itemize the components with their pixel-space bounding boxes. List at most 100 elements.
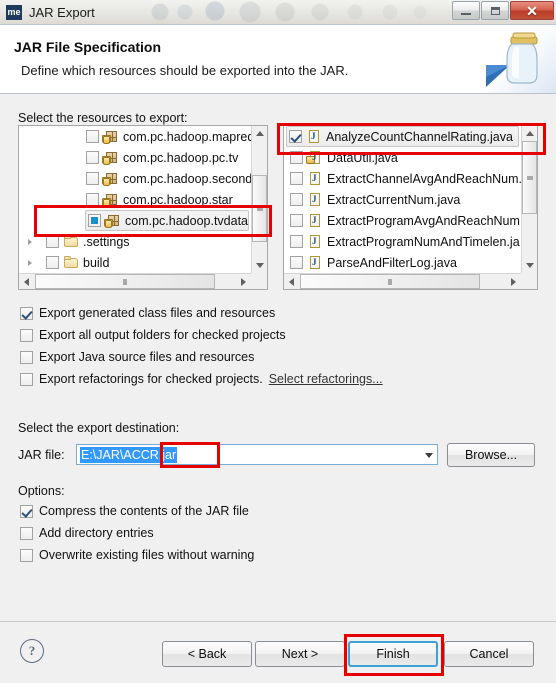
tree-row-label: com.pc.hadoop.star <box>123 192 233 207</box>
java-file-icon <box>307 192 323 208</box>
chevron-down-icon[interactable] <box>425 453 433 458</box>
tree-checkbox[interactable] <box>86 193 99 206</box>
scroll-left-button[interactable] <box>284 274 299 289</box>
list-checkbox[interactable] <box>290 235 303 248</box>
cancel-button[interactable]: Cancel <box>444 641 534 667</box>
page-title: JAR File Specification <box>14 39 162 55</box>
list-item[interactable]: ExtractChannelAvgAndReachNum.j <box>284 168 521 189</box>
list-item[interactable]: ExtractProgramAvgAndReachNum <box>284 210 521 231</box>
list-checkbox[interactable] <box>289 130 302 143</box>
tree-checkbox[interactable] <box>86 172 99 185</box>
option-checkbox[interactable] <box>20 372 33 386</box>
window-title: JAR Export <box>29 4 95 20</box>
browse-button[interactable]: Browse... <box>447 443 535 467</box>
tree-row[interactable]: com.pc.hadoop.pc.tv <box>19 147 251 168</box>
list-item[interactable]: ExtractProgramNumAndTimelen.ja <box>284 231 521 252</box>
close-button[interactable]: ✕ <box>510 1 554 20</box>
list-item[interactable]: DataUtil.java <box>284 147 521 168</box>
option-checkbox[interactable] <box>20 504 33 518</box>
list-item-selected[interactable]: AnalyzeCountChannelRating.java <box>286 126 519 147</box>
left-tree-vertical-scrollbar[interactable] <box>251 126 267 273</box>
expand-arrow-icon[interactable] <box>23 239 36 245</box>
tree-row[interactable]: .settings <box>19 231 251 252</box>
tree-row[interactable]: build <box>19 252 251 273</box>
minimize-icon <box>461 12 471 15</box>
list-item-label: ExtractProgramAvgAndReachNum <box>327 213 520 228</box>
list-item-label: ExtractProgramNumAndTimelen.ja <box>327 234 520 249</box>
tree-checkbox[interactable] <box>86 130 99 143</box>
scrollbar-corner <box>251 273 267 289</box>
option-export-generated-class-files[interactable]: Export generated class files and resourc… <box>20 306 275 320</box>
chevron-down-icon <box>255 263 264 268</box>
title-bar: me JAR Export ✕ <box>0 0 556 24</box>
option-overwrite-existing-files[interactable]: Overwrite existing files without warning <box>20 548 254 562</box>
select-refactorings-link[interactable]: Select refactorings... <box>269 372 383 386</box>
list-item[interactable]: ExtractCurrentNum.java <box>284 189 521 210</box>
right-list-vertical-scrollbar[interactable] <box>521 126 537 273</box>
maximize-button[interactable] <box>481 1 509 20</box>
scroll-thumb[interactable] <box>35 274 215 289</box>
resource-list-right[interactable]: AnalyzeCountChannelRating.java DataUtil.… <box>283 125 538 290</box>
java-file-icon <box>307 234 323 250</box>
scroll-down-button[interactable] <box>252 258 267 273</box>
tree-row[interactable]: com.pc.hadoop.mapred <box>19 126 251 147</box>
scroll-left-button[interactable] <box>19 274 34 289</box>
tree-row-label: com.pc.hadoop.tvdata <box>125 213 248 228</box>
right-list-horizontal-scrollbar[interactable] <box>284 273 521 289</box>
list-checkbox[interactable] <box>290 214 303 227</box>
jar-file-input[interactable]: E:\JAR\ACCR.jar <box>80 446 178 463</box>
option-checkbox[interactable] <box>20 306 33 320</box>
option-checkbox[interactable] <box>20 548 33 562</box>
back-button[interactable]: < Back <box>162 641 252 667</box>
list-item[interactable]: ParseAndFilterLog.java <box>284 252 521 273</box>
list-checkbox[interactable] <box>290 172 303 185</box>
option-export-refactorings[interactable]: Export refactorings for checked projects… <box>20 372 383 386</box>
chevron-up-icon <box>525 131 534 136</box>
list-item-label: AnalyzeCountChannelRating.java <box>326 129 513 144</box>
scrollbar-corner <box>521 273 537 289</box>
option-label: Export all output folders for checked pr… <box>39 328 286 342</box>
option-checkbox[interactable] <box>20 526 33 540</box>
jar-jar-icon <box>480 25 556 93</box>
option-export-java-source-files[interactable]: Export Java source files and resources <box>20 350 254 364</box>
help-icon[interactable]: ? <box>20 639 44 663</box>
tree-row[interactable]: com.pc.hadoop.second <box>19 168 251 189</box>
resource-tree-left[interactable]: com.pc.hadoop.mapred com.pc.hadoop.pc.tv… <box>18 125 268 290</box>
option-checkbox[interactable] <box>20 328 33 342</box>
next-button[interactable]: Next > <box>255 641 345 667</box>
option-export-all-output-folders[interactable]: Export all output folders for checked pr… <box>20 328 286 342</box>
resources-label: Select the resources to export: <box>18 111 188 125</box>
scroll-up-button[interactable] <box>522 126 537 141</box>
finish-button[interactable]: Finish <box>348 641 438 667</box>
option-add-directory-entries[interactable]: Add directory entries <box>20 526 154 540</box>
scroll-down-button[interactable] <box>522 258 537 273</box>
scroll-right-button[interactable] <box>236 274 251 289</box>
tree-checkbox[interactable] <box>46 235 59 248</box>
minimize-button[interactable] <box>452 1 480 20</box>
list-checkbox[interactable] <box>290 193 303 206</box>
option-checkbox[interactable] <box>20 350 33 364</box>
jar-file-combo[interactable]: E:\JAR\ACCR.jar <box>76 444 438 465</box>
scroll-thumb[interactable] <box>252 175 267 242</box>
scroll-right-button[interactable] <box>506 274 521 289</box>
expand-arrow-icon[interactable] <box>23 260 36 266</box>
tree-checkbox[interactable] <box>86 151 99 164</box>
option-compress-contents[interactable]: Compress the contents of the JAR file <box>20 504 249 518</box>
wizard-header: JAR File Specification Define which reso… <box>0 24 556 94</box>
scroll-up-button[interactable] <box>252 126 267 141</box>
scroll-grip-icon <box>123 278 127 285</box>
scroll-thumb[interactable] <box>522 141 537 214</box>
package-icon <box>102 150 119 166</box>
tree-row[interactable]: com.pc.hadoop.star <box>19 189 251 210</box>
scroll-thumb[interactable] <box>300 274 480 289</box>
folder-icon <box>63 234 79 250</box>
tree-checkbox[interactable] <box>88 214 101 227</box>
package-icon <box>104 213 121 229</box>
tree-checkbox[interactable] <box>46 256 59 269</box>
tree-row-selected[interactable]: com.pc.hadoop.tvdata <box>85 210 249 231</box>
list-checkbox[interactable] <box>290 256 303 269</box>
java-file-icon <box>307 213 323 229</box>
list-item-label: ExtractChannelAvgAndReachNum.j <box>327 171 521 186</box>
list-checkbox[interactable] <box>290 151 303 164</box>
left-tree-horizontal-scrollbar[interactable] <box>19 273 251 289</box>
